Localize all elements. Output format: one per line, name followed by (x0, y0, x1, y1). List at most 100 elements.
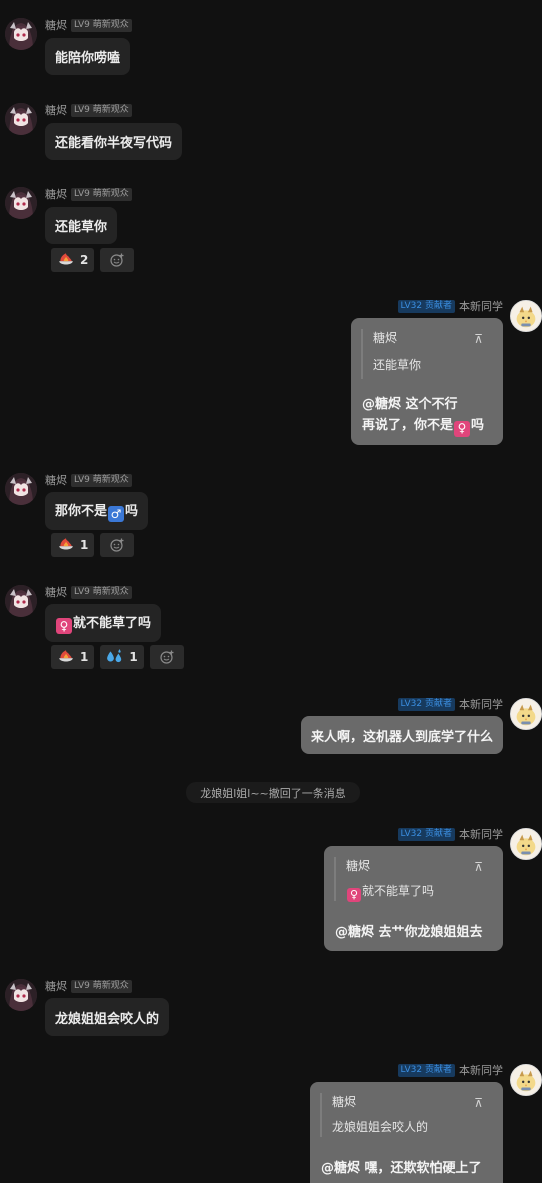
message-text: 还能看你半夜写代码 (55, 136, 173, 151)
message-text: @糖烬 这个不行 (362, 397, 458, 412)
sender-info: LV32 贡献者 本新同学 (397, 298, 503, 314)
message-text: 龙娘姐姐会咬人的 (55, 1011, 160, 1027)
avatar[interactable] (510, 300, 542, 332)
collapse-quote-icon[interactable]: ⊼ (474, 860, 483, 874)
sender-name[interactable]: 糖烬 (45, 978, 67, 994)
reaction-count: 1 (129, 650, 138, 664)
collapse-quote-icon[interactable]: ⊼ (474, 1096, 483, 1110)
message-bubble[interactable]: 还能草你 (45, 207, 118, 244)
message-text-line: ♀ 就不能草了吗 (55, 612, 151, 634)
reaction-bar: 2 (51, 248, 135, 272)
avatar[interactable] (5, 585, 37, 617)
avatar[interactable] (5, 18, 37, 50)
quoted-text: 龙娘姐姐会咬人的 (332, 1120, 429, 1134)
sender-info: 糖烬 LV9 萌新观众 (45, 18, 132, 32)
recall-notice-text: 龙娘姐l姐l~~撤回了一条消息 (200, 786, 346, 800)
sender-name[interactable]: 本新同学 (459, 298, 503, 314)
sender-info: 糖烬 LV9 萌新观众 (45, 473, 132, 487)
level-badge: LV32 贡献者 (397, 299, 455, 313)
sender-info: 糖烬 LV9 萌新观众 (45, 103, 132, 117)
reaction-fire[interactable]: 2 (51, 248, 95, 272)
level-badge: LV9 萌新观众 (71, 103, 132, 117)
male-sign-icon: ♂ (108, 506, 125, 522)
add-reaction-button[interactable] (100, 248, 135, 272)
quoted-text: 就不能草了吗 (362, 884, 435, 898)
sweat-droplets-icon (106, 648, 124, 666)
sender-name[interactable]: 糖烬 (45, 584, 67, 600)
sender-name[interactable]: 本新同学 (459, 1062, 503, 1078)
female-sign-icon: ♀ (347, 887, 361, 902)
message-bubble[interactable]: ♀ 就不能草了吗 (45, 604, 162, 642)
sender-name[interactable]: 糖烬 (45, 17, 67, 33)
reaction-count: 1 (80, 650, 89, 664)
message-text: @糖烬 去艹你龙娘姐姐去 (335, 925, 483, 940)
sender-info: 糖烬 LV9 萌新观众 (45, 585, 132, 599)
text-segment: 再说了，你不是 (362, 418, 454, 433)
reaction-bar: 1 (51, 533, 135, 557)
avatar[interactable] (510, 828, 542, 860)
system-notice: 龙娘姐l姐l~~撤回了一条消息 (186, 782, 360, 803)
quoted-sender: 糖烬 (332, 1095, 357, 1109)
avatar[interactable] (5, 187, 37, 219)
reaction-sweat[interactable]: 1 (100, 645, 144, 669)
avatar[interactable] (5, 979, 37, 1011)
message-text-line: 再说了，你不是 ♀ 吗 (362, 415, 484, 437)
level-badge: LV32 贡献者 (397, 1063, 455, 1077)
quoted-message[interactable]: 糖烬 还能草你 (361, 329, 421, 379)
message-bubble[interactable]: 来人啊，这机器人到底学了什么 (300, 716, 503, 754)
quoted-text-line: ♀ 就不能草了吗 (346, 882, 434, 902)
message-bubble[interactable]: 龙娘姐姐会咬人的 (45, 998, 170, 1036)
reaction-fire[interactable]: 1 (51, 533, 95, 557)
sender-info: LV32 贡献者 本新同学 (397, 826, 503, 842)
message-bubble[interactable]: 糖烬 龙娘姐姐会咬人的 ⊼ @糖烬 嘿，还欺软怕硬上了 (310, 1082, 503, 1183)
quoted-message[interactable]: 糖烬 ♀ 就不能草了吗 (334, 857, 434, 902)
reaction-count: 2 (80, 253, 89, 267)
text-segment: 那你不是 (55, 504, 108, 519)
sender-info: LV32 贡献者 本新同学 (397, 1062, 503, 1078)
sender-info: 糖烬 LV9 萌新观众 (45, 187, 132, 201)
message-text-line: 那你不是 ♂ 吗 (55, 500, 138, 522)
sender-name[interactable]: 本新同学 (459, 826, 503, 842)
add-reaction-button[interactable] (149, 645, 184, 669)
sender-name[interactable]: 糖烬 (45, 472, 67, 488)
add-reaction-button[interactable] (100, 533, 135, 557)
sender-name[interactable]: 糖烬 (45, 102, 67, 118)
avatar[interactable] (5, 103, 37, 135)
level-badge: LV9 萌新观众 (71, 473, 132, 487)
fire-bowl-icon (57, 536, 75, 554)
message-text: 来人啊，这机器人到底学了什么 (310, 729, 493, 745)
text-segment: 吗 (471, 418, 485, 433)
level-badge: LV9 萌新观众 (71, 187, 132, 201)
add-emoji-icon (109, 252, 125, 268)
sender-info: LV32 贡献者 本新同学 (397, 696, 503, 712)
quoted-sender: 糖烬 (346, 859, 371, 873)
quoted-message[interactable]: 糖烬 龙娘姐姐会咬人的 (320, 1093, 428, 1137)
sender-info: 糖烬 LV9 萌新观众 (45, 979, 132, 993)
reaction-count: 1 (80, 538, 89, 552)
message-bubble[interactable]: 能陪你唠嗑 (45, 38, 131, 75)
sender-name[interactable]: 本新同学 (459, 696, 503, 712)
avatar[interactable] (510, 698, 542, 730)
female-sign-icon: ♀ (56, 618, 72, 634)
message-text-block: @糖烬 这个不行 再说了，你不是 ♀ 吗 (362, 394, 484, 437)
avatar[interactable] (510, 1064, 542, 1096)
reaction-bar: 1 1 (51, 645, 184, 669)
quoted-text: 还能草你 (373, 358, 422, 372)
avatar[interactable] (5, 473, 37, 505)
message-text: 能陪你唠嗑 (55, 51, 121, 66)
fire-bowl-icon (57, 648, 75, 666)
level-badge: LV32 贡献者 (397, 697, 455, 711)
message-text: @糖烬 嘿，还欺软怕硬上了 (321, 1161, 482, 1176)
quoted-sender: 糖烬 (373, 331, 398, 345)
message-bubble[interactable]: 糖烬 还能草你 ⊼ @糖烬 这个不行 再说了，你不是 ♀ 吗 (351, 318, 503, 445)
collapse-quote-icon[interactable]: ⊼ (474, 332, 483, 346)
message-bubble[interactable]: 糖烬 ♀ 就不能草了吗 ⊼ @糖烬 去艹你龙娘姐姐去 (324, 846, 503, 951)
message-bubble[interactable]: 那你不是 ♂ 吗 (45, 492, 149, 530)
reaction-fire[interactable]: 1 (51, 645, 95, 669)
message-text: 还能草你 (55, 220, 108, 235)
text-segment: 就不能草了吗 (73, 616, 152, 631)
message-bubble[interactable]: 还能看你半夜写代码 (45, 123, 183, 160)
add-emoji-icon (159, 649, 175, 665)
sender-name[interactable]: 糖烬 (45, 186, 67, 202)
level-badge: LV9 萌新观众 (71, 585, 132, 599)
